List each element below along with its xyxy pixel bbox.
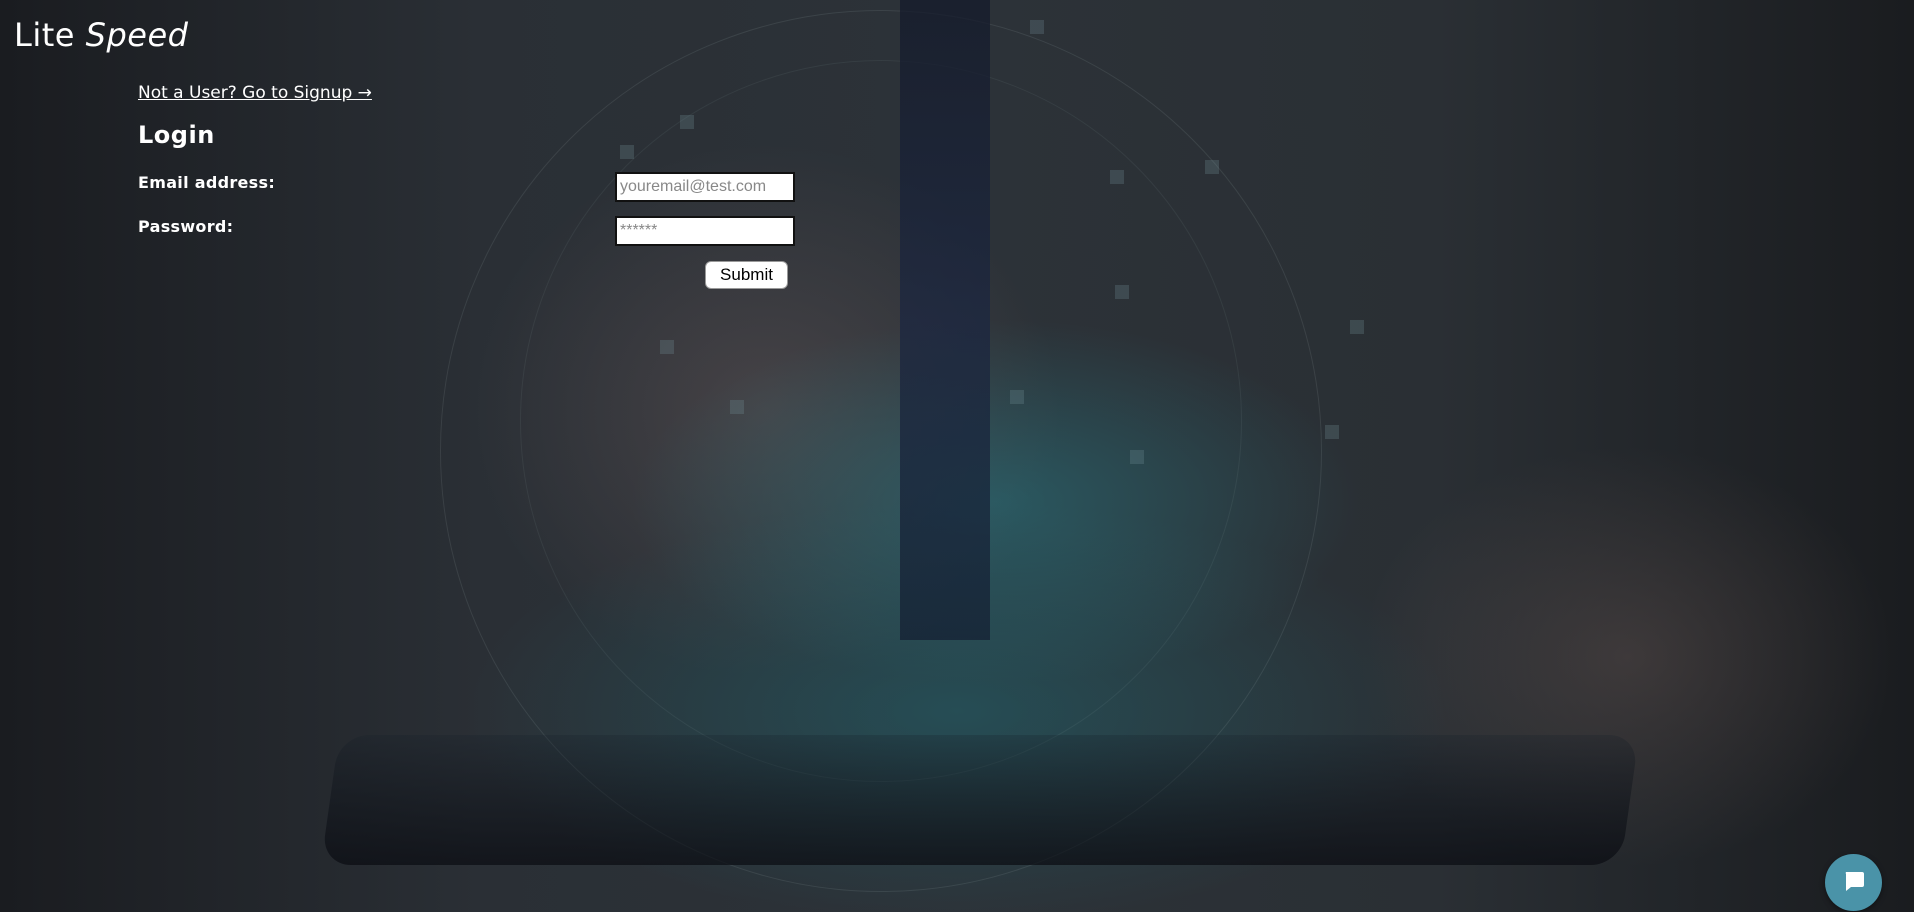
chat-button[interactable]	[1825, 854, 1882, 911]
login-container: Not a User? Go to Signup → Login Email a…	[138, 80, 798, 301]
background-dot	[1350, 320, 1364, 334]
background-dot	[1110, 170, 1124, 184]
password-label: Password:	[138, 217, 234, 236]
password-field[interactable]	[615, 216, 795, 246]
password-row: Password:	[138, 216, 798, 261]
background-dot	[1130, 450, 1144, 464]
email-row: Email address:	[138, 172, 798, 217]
signup-link[interactable]: Not a User? Go to Signup →	[138, 83, 372, 103]
background-dot	[1205, 160, 1219, 174]
background-dot	[1115, 285, 1129, 299]
submit-button[interactable]: Submit	[705, 261, 788, 289]
background-dot	[1325, 425, 1339, 439]
background-dot	[1010, 390, 1024, 404]
background-dot	[730, 400, 744, 414]
chat-bubble-icon	[1843, 870, 1865, 896]
page-title: Login	[138, 121, 215, 149]
submit-row: Submit	[138, 261, 798, 301]
brand-logo: Lite Speed	[14, 16, 188, 54]
email-label: Email address:	[138, 173, 276, 192]
background-tablet	[320, 735, 1640, 865]
background-dot	[660, 340, 674, 354]
login-form: Email address: Password: Submit	[138, 172, 798, 301]
background-tie	[900, 0, 990, 640]
brand-logo-speed: Speed	[85, 16, 189, 54]
background-dot	[1030, 20, 1044, 34]
brand-logo-lite: Lite	[14, 16, 75, 54]
email-field[interactable]	[615, 172, 795, 202]
